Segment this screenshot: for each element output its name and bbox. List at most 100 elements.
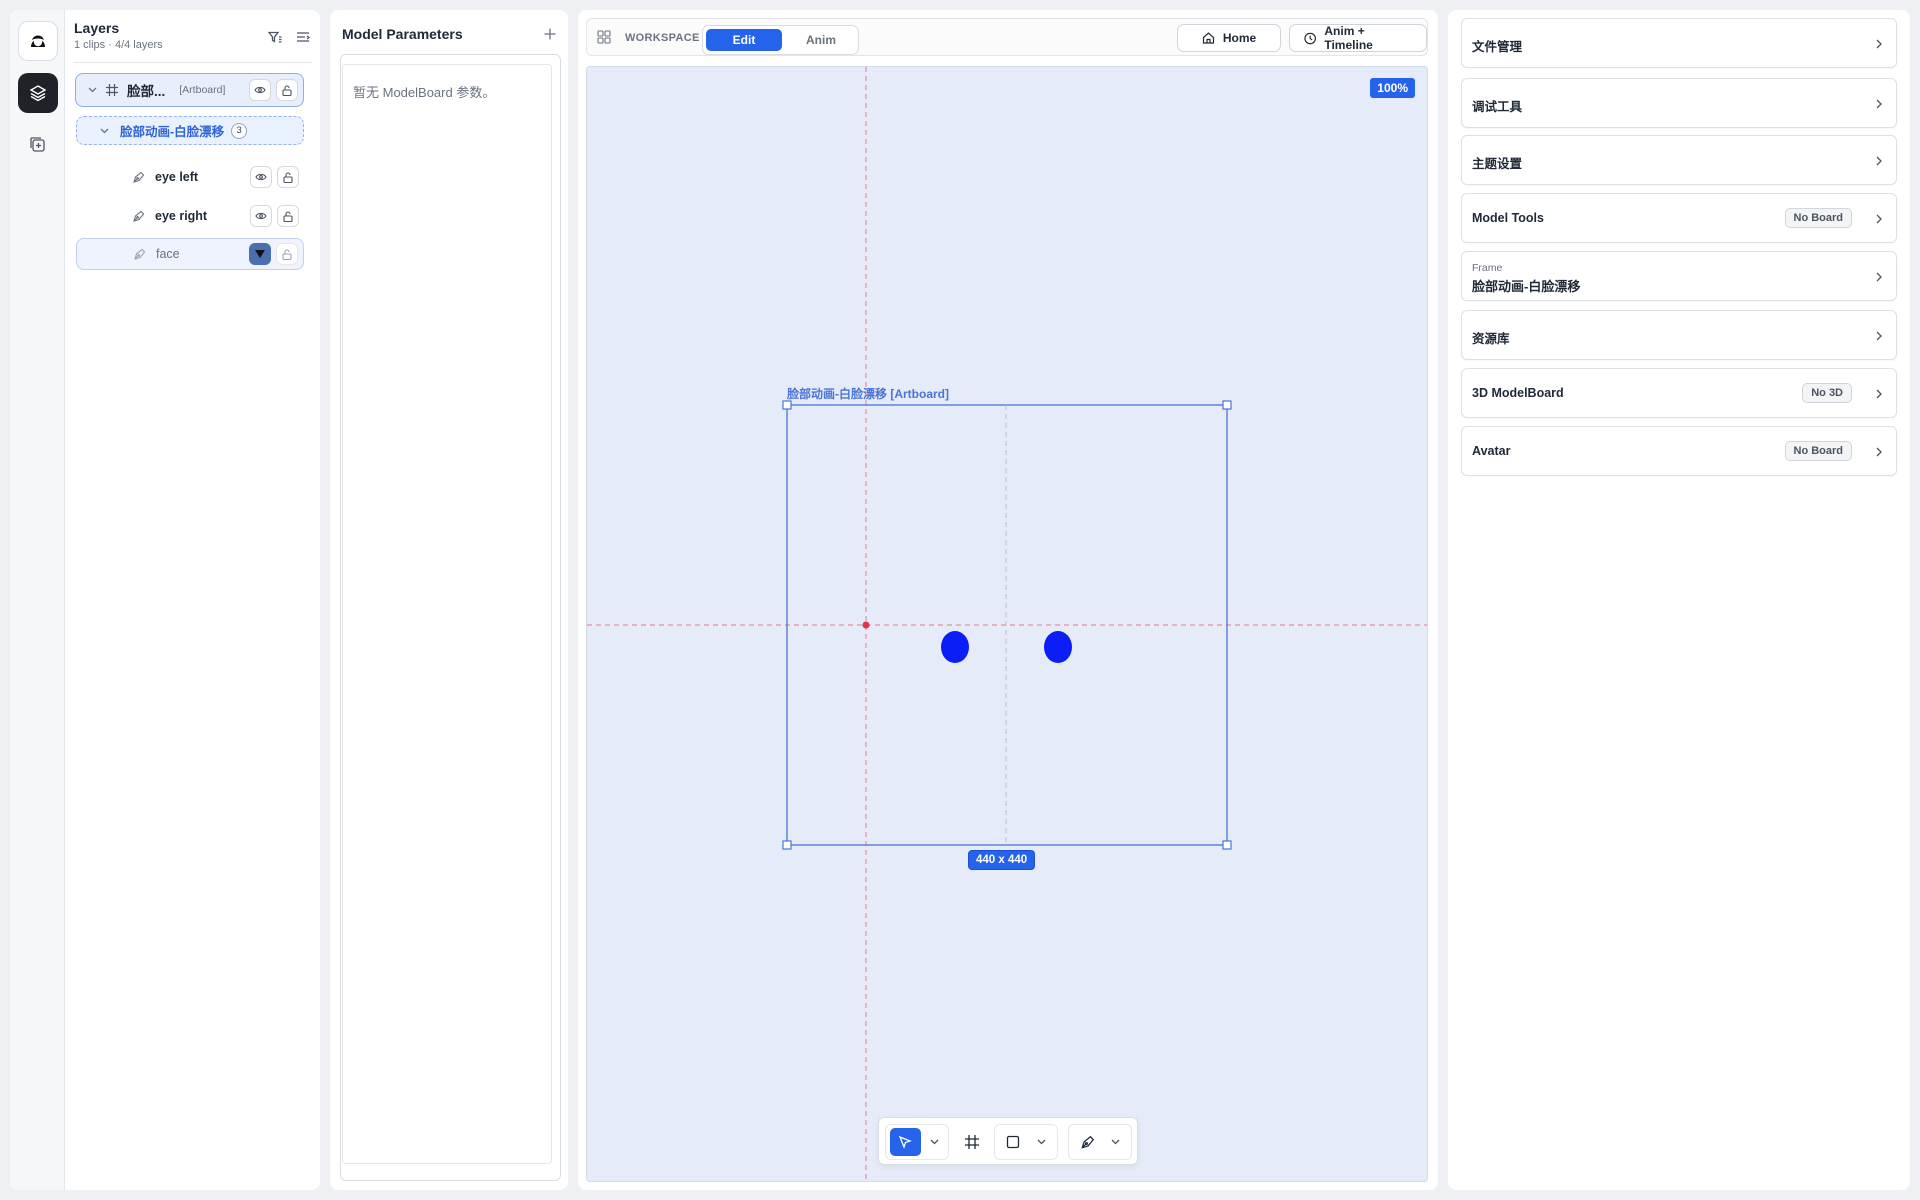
lock-open-icon[interactable]: [276, 79, 298, 101]
layers-tab-icon[interactable]: [17, 73, 58, 113]
home-label: Home: [1222, 31, 1257, 45]
chevron-down-icon[interactable]: [1027, 1128, 1055, 1156]
anim-timeline-button[interactable]: Anim + Timeline: [1289, 24, 1427, 52]
card-title: Avatar: [1472, 444, 1511, 458]
grid-icon: [597, 30, 611, 49]
group-count-badge: 3: [231, 122, 248, 139]
card-title: 脸部动画-白脸漂移: [1472, 279, 1581, 294]
mode-anim-button[interactable]: Anim: [785, 29, 857, 51]
lock-open-icon[interactable]: [276, 243, 298, 265]
card-kicker: Frame: [1472, 262, 1503, 274]
tool-rail: [10, 10, 65, 1190]
select-tool-button[interactable]: [890, 1128, 921, 1156]
mode-edit-button[interactable]: Edit: [706, 29, 782, 51]
status-badge: No Board: [1784, 208, 1852, 228]
artboard-canvas-label: 脸部动画-白脸漂移 [Artboard]: [787, 387, 949, 401]
chevron-right-icon: [1876, 96, 1882, 114]
zoom-level-badge[interactable]: 100%: [1370, 78, 1415, 98]
origin-point[interactable]: [862, 621, 870, 629]
layers-title: Layers: [74, 20, 120, 36]
layers-subtitle: 1 clips · 4/4 layers: [74, 39, 163, 51]
chevron-right-icon: [1876, 386, 1882, 404]
artboard-tool-icon[interactable]: [958, 1128, 986, 1156]
layer-row-artboard[interactable]: 脸部... [Artboard]: [75, 73, 304, 107]
pen-path-icon: [132, 171, 145, 184]
card-debug-tools[interactable]: 调试工具: [1461, 78, 1897, 128]
home-button[interactable]: Home: [1177, 24, 1281, 52]
eye-icon[interactable]: [249, 79, 271, 101]
chevron-down-icon[interactable]: [100, 128, 110, 134]
layer-name: eye left: [155, 170, 199, 184]
chevron-right-icon: [1876, 444, 1882, 462]
shape-tool-group: [994, 1124, 1058, 1160]
resize-handle-bl[interactable]: [782, 840, 792, 850]
resize-handle-br[interactable]: [1222, 840, 1232, 850]
layers-panel: Layers 1 clips · 4/4 layers 脸部... [Artbo…: [64, 10, 320, 1190]
card-model-tools[interactable]: Model Tools No Board: [1461, 193, 1897, 243]
add-board-icon[interactable]: [18, 125, 58, 165]
chevron-right-icon: [1876, 211, 1882, 229]
layer-row-eye-right[interactable]: eye right: [76, 200, 304, 232]
lock-open-icon[interactable]: [277, 205, 299, 227]
card-theme-settings[interactable]: 主题设置: [1461, 135, 1897, 185]
workspace-panel: WORKSPACE Edit Anim Home Anim + Timeline: [578, 10, 1438, 1190]
right-panel: 文件管理 调试工具 主题设置 Model Tools No Board Fram…: [1448, 10, 1910, 1190]
chevron-down-icon[interactable]: [88, 87, 98, 93]
card-file-management[interactable]: 文件管理: [1461, 18, 1897, 68]
workspace-label: WORKSPACE: [625, 32, 700, 44]
canvas[interactable]: 100% 脸部动画-白脸漂移 [Artboard] 440 x 440: [586, 66, 1428, 1182]
chevron-right-icon: [1876, 328, 1882, 346]
chevron-down-icon[interactable]: [921, 1128, 948, 1156]
status-badge: No Board: [1784, 441, 1852, 461]
params-empty-text: 暂无 ModelBoard 参数。: [353, 85, 496, 100]
eye-right-shape[interactable]: [1044, 631, 1072, 663]
eye-left-shape[interactable]: [941, 631, 969, 663]
params-list[interactable]: [342, 64, 552, 1164]
eye-icon[interactable]: [250, 166, 272, 188]
chevron-right-icon: [1876, 269, 1882, 287]
home-icon: [1202, 32, 1214, 44]
eye-icon[interactable]: [250, 205, 272, 227]
layer-name: eye right: [155, 209, 208, 223]
layer-row-group[interactable]: 脸部动画-白脸漂移 3: [76, 116, 304, 145]
params-title: Model Parameters: [342, 26, 463, 42]
select-tool-group: [885, 1124, 949, 1160]
plus-icon[interactable]: [544, 24, 556, 45]
card-title: 主题设置: [1472, 157, 1523, 171]
app-logo-avatar-icon[interactable]: [17, 21, 58, 61]
artboard-icon: [106, 84, 118, 96]
mode-switch: Edit Anim: [702, 25, 859, 55]
card-asset-library[interactable]: 资源库: [1461, 310, 1897, 360]
lock-open-icon[interactable]: [277, 166, 299, 188]
artboard-size-badge: 440 x 440: [968, 850, 1036, 870]
pen-tool-group: [1068, 1124, 1132, 1160]
card-title: 资源库: [1472, 332, 1510, 346]
card-3d-modelboard[interactable]: 3D ModelBoard No 3D: [1461, 368, 1897, 418]
layer-row-eye-left[interactable]: eye left: [76, 161, 304, 193]
status-badge: No 3D: [1802, 383, 1852, 403]
resize-handle-tl[interactable]: [782, 400, 792, 410]
rectangle-tool-icon[interactable]: [999, 1128, 1027, 1156]
eye-hidden-icon[interactable]: [249, 243, 271, 265]
list-options-icon[interactable]: [296, 30, 311, 48]
model-parameters-panel: Model Parameters: [330, 10, 568, 1190]
pen-path-icon: [132, 210, 145, 223]
cursor-arrow-icon: [899, 1135, 913, 1149]
floating-toolbar: [878, 1117, 1138, 1165]
pen-tool-icon[interactable]: [1073, 1128, 1101, 1156]
artboard-name: 脸部...: [127, 84, 166, 99]
card-frame[interactable]: Frame 脸部动画-白脸漂移: [1461, 251, 1897, 301]
resize-handle-tr[interactable]: [1222, 400, 1232, 410]
filter-icon[interactable]: [267, 30, 282, 48]
layer-name: face: [156, 247, 180, 261]
timeline-label: Anim + Timeline: [1324, 24, 1373, 52]
chevron-down-icon[interactable]: [1101, 1128, 1129, 1156]
card-avatar[interactable]: Avatar No Board: [1461, 426, 1897, 476]
artboard-tag: [Artboard]: [179, 84, 226, 96]
clock-icon: [1304, 32, 1316, 44]
chevron-right-icon: [1876, 153, 1882, 171]
card-title: Model Tools: [1472, 211, 1544, 225]
card-title: 调试工具: [1472, 100, 1523, 114]
layer-row-face[interactable]: face: [76, 238, 304, 270]
group-name: 脸部动画-白脸漂移: [120, 125, 225, 139]
